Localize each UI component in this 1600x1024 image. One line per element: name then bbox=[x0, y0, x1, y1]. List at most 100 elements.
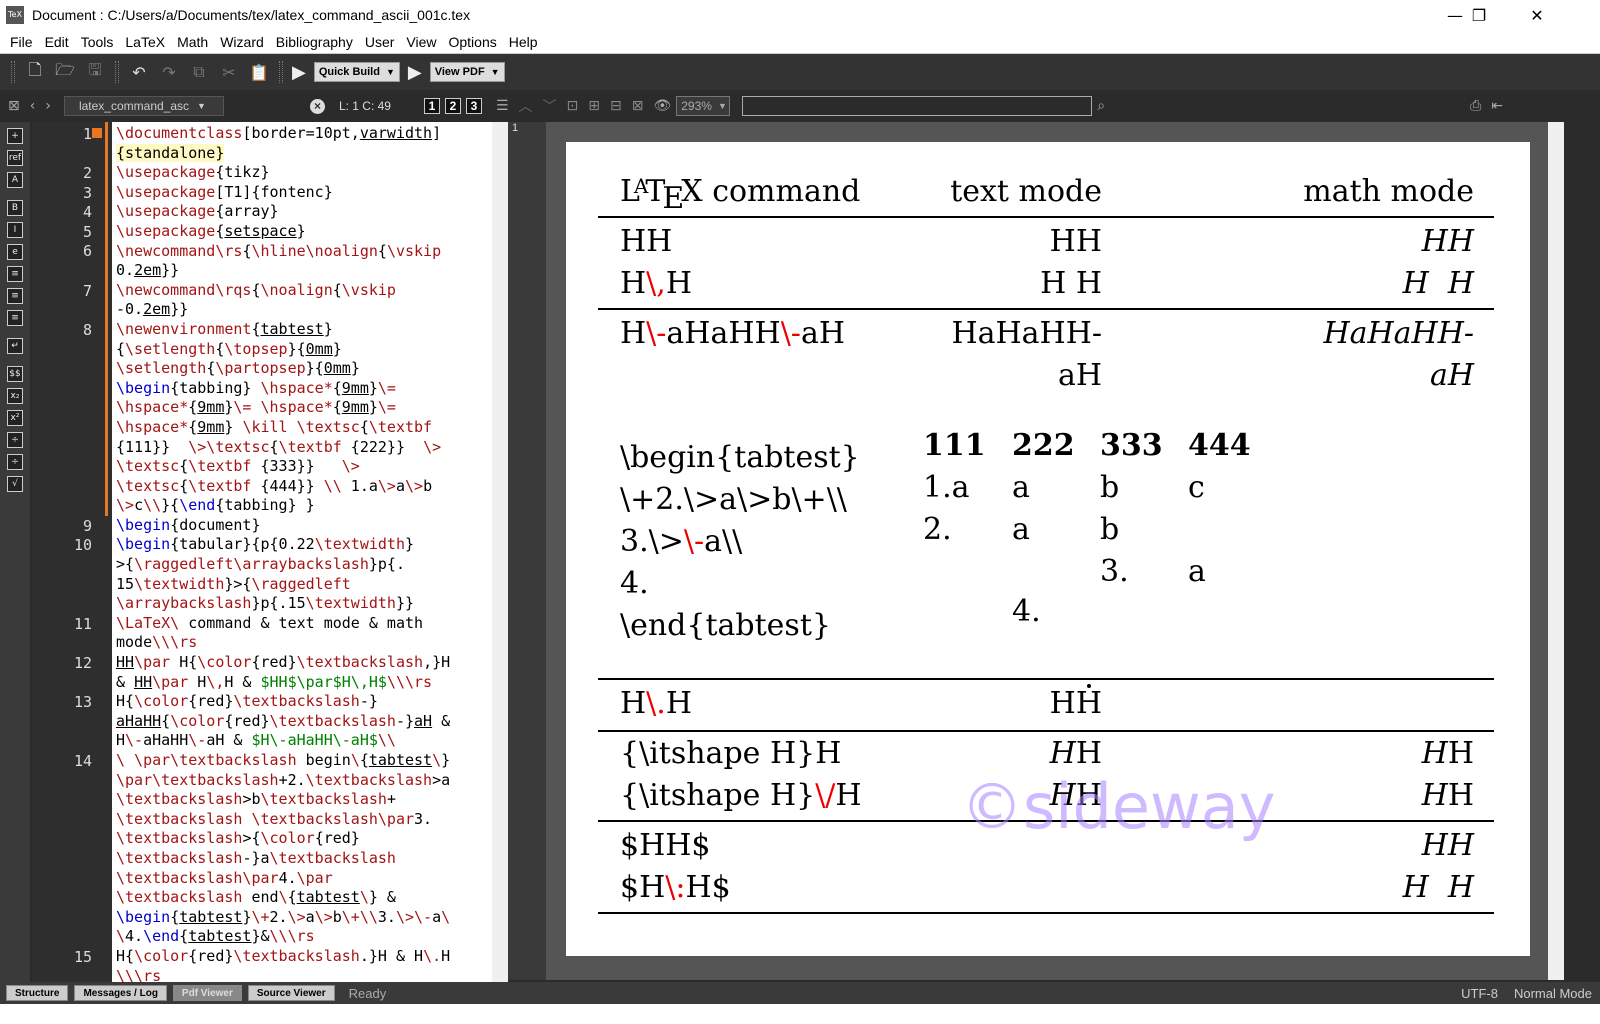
menu-file[interactable]: File bbox=[4, 34, 39, 50]
document-tab[interactable]: latex_command_asc ▼ bbox=[63, 96, 224, 116]
view-3-button[interactable]: 3 bbox=[465, 98, 482, 114]
fit-width-icon[interactable]: ⊞ bbox=[588, 98, 600, 114]
align-right-icon[interactable]: ≡ bbox=[7, 310, 23, 326]
forward-arrow-icon[interactable]: › bbox=[45, 98, 51, 114]
ref-icon[interactable]: ref bbox=[7, 150, 23, 166]
view-select-label: View PDF bbox=[434, 66, 485, 78]
title-bar: TeX Document : C:/Users/a/Documents/tex/… bbox=[0, 0, 1600, 30]
maximize-button[interactable]: ❐ bbox=[1450, 0, 1508, 30]
bold-icon[interactable]: B bbox=[7, 200, 23, 216]
zoom-select[interactable]: 293% ▼ bbox=[676, 96, 731, 116]
row3-command: H\-aHaHH\-aH bbox=[620, 316, 845, 351]
tab-messages-log[interactable]: Messages / Log bbox=[74, 985, 167, 1001]
menu-options[interactable]: Options bbox=[442, 34, 502, 50]
menu-edit[interactable]: Edit bbox=[39, 34, 75, 50]
newline-icon[interactable]: ↵ bbox=[7, 338, 23, 354]
line-number: 9 bbox=[82, 517, 92, 535]
align-center-icon[interactable]: ≡ bbox=[7, 288, 23, 304]
pdf-page: LATEX command text mode math mode HH HH … bbox=[566, 142, 1530, 956]
back-arrow-icon[interactable]: ‹ bbox=[30, 98, 36, 114]
undo-icon[interactable]: ↶ bbox=[127, 60, 151, 84]
fit-zoom-icon[interactable]: ⊟ bbox=[610, 98, 622, 114]
encoding-indicator[interactable]: UTF-8 bbox=[1461, 986, 1498, 1001]
row2-text: H H bbox=[1040, 266, 1102, 301]
sync-icon[interactable]: ⊠ bbox=[8, 98, 20, 114]
build-select-label: Quick Build bbox=[318, 66, 380, 78]
tab-pdf-viewer[interactable]: Pdf Viewer bbox=[172, 985, 242, 1001]
view-select[interactable]: View PDF ▼ bbox=[429, 62, 505, 82]
new-file-icon[interactable]: 🗋 bbox=[23, 60, 47, 84]
view-2-button[interactable]: 2 bbox=[444, 98, 461, 114]
chevron-down-icon: ▼ bbox=[490, 67, 500, 77]
row6-math: HH bbox=[1421, 736, 1474, 771]
toolbar-separator bbox=[115, 61, 119, 83]
sqrt-icon[interactable]: √ bbox=[7, 476, 23, 492]
run-view-icon[interactable]: ▶ bbox=[408, 62, 422, 83]
line-number: 10 bbox=[73, 536, 92, 554]
menu-wizard[interactable]: Wizard bbox=[214, 34, 270, 50]
page-up-icon[interactable]: ︿ bbox=[519, 96, 533, 116]
menu-user[interactable]: User bbox=[359, 34, 401, 50]
dfrac-icon[interactable]: ÷ bbox=[7, 454, 23, 470]
line-number: 8 bbox=[82, 321, 92, 339]
tab-structure[interactable]: Structure bbox=[6, 985, 69, 1001]
align-left-icon[interactable]: ≡ bbox=[7, 266, 23, 282]
fit-text-icon[interactable]: ⊠ bbox=[632, 98, 644, 114]
line-number: 6 bbox=[82, 242, 92, 260]
superscript-icon[interactable]: x² bbox=[7, 410, 23, 426]
row3-text-line2: aH bbox=[1057, 358, 1102, 393]
build-select[interactable]: Quick Build ▼ bbox=[313, 62, 400, 82]
magnifier-eye-icon[interactable]: 👁 bbox=[653, 98, 671, 114]
pdf-page-strip: 1 bbox=[508, 122, 546, 980]
redo-icon[interactable]: ↷ bbox=[157, 60, 181, 84]
table-rule bbox=[598, 912, 1494, 914]
menu-latex[interactable]: LaTeX bbox=[119, 34, 171, 50]
fit-page-icon[interactable]: ⊡ bbox=[567, 98, 579, 114]
print-icon[interactable]: ⎙ bbox=[1470, 98, 1481, 114]
pdf-search-input[interactable] bbox=[742, 96, 1093, 116]
save-icon[interactable]: 🖫 bbox=[83, 60, 107, 84]
view-1-button[interactable]: 1 bbox=[423, 98, 440, 114]
status-right: UTF-8 Normal Mode bbox=[1461, 982, 1592, 1004]
menu-help[interactable]: Help bbox=[503, 34, 544, 50]
pin-icon[interactable]: ⇤ bbox=[1491, 98, 1503, 114]
mode-indicator[interactable]: Normal Mode bbox=[1514, 986, 1592, 1001]
search-icon[interactable]: ⌕ bbox=[1097, 98, 1105, 114]
row8-command: $HH$ bbox=[620, 828, 711, 863]
cut-icon[interactable]: ✂ bbox=[217, 60, 241, 84]
structure-icon[interactable]: ☰ bbox=[496, 98, 509, 114]
open-folder-icon[interactable]: 🗁 bbox=[53, 60, 77, 84]
math-dollar-icon[interactable]: $$ bbox=[7, 366, 23, 382]
page-down-icon[interactable]: ﹀ bbox=[543, 96, 557, 116]
tab-cell: a bbox=[1188, 554, 1206, 589]
editor-scrollbar[interactable] bbox=[492, 122, 508, 982]
fraction-icon[interactable]: ÷ bbox=[7, 432, 23, 448]
font-size-icon[interactable]: A bbox=[7, 172, 23, 188]
row9-math: H H bbox=[1402, 870, 1474, 905]
add-icon[interactable]: + bbox=[7, 128, 23, 144]
tab-source-viewer[interactable]: Source Viewer bbox=[247, 985, 335, 1001]
emph-icon[interactable]: e bbox=[7, 244, 23, 260]
run-build-icon[interactable]: ▶ bbox=[292, 62, 306, 83]
italic-icon[interactable]: I bbox=[7, 222, 23, 238]
menu-tools[interactable]: Tools bbox=[75, 34, 120, 50]
subscript-icon[interactable]: x₂ bbox=[7, 388, 23, 404]
close-document-icon[interactable]: × bbox=[309, 98, 325, 114]
document-subbar: ⊠ ‹ › latex_command_asc ▼ × L: 1 C: 49 1 … bbox=[0, 92, 1600, 120]
copy-icon[interactable]: ⧉ bbox=[187, 60, 211, 84]
menu-math[interactable]: Math bbox=[171, 34, 214, 50]
document-tab-label: latex_command_asc bbox=[78, 99, 190, 113]
status-text: Ready bbox=[348, 985, 387, 1001]
fold-marker-icon[interactable] bbox=[92, 128, 102, 138]
code-editor[interactable]: \documentclass[border=10pt,varwidth] {st… bbox=[112, 122, 492, 982]
pdf-scrollbar[interactable] bbox=[1548, 122, 1564, 980]
line-number: 3 bbox=[82, 184, 92, 202]
row1-math: HH bbox=[1421, 224, 1474, 259]
menu-view[interactable]: View bbox=[400, 34, 442, 50]
tab-cell: c bbox=[1188, 470, 1205, 505]
main-toolbar: 🗋 🗁 🖫 ↶ ↷ ⧉ ✂ 📋 ▶ Quick Build ▼ ▶ View PD… bbox=[0, 54, 1600, 90]
paste-icon[interactable]: 📋 bbox=[247, 60, 271, 84]
row6-command: {\itshape H}H bbox=[620, 736, 842, 771]
close-button[interactable]: ✕ bbox=[1508, 0, 1566, 30]
menu-bibliography[interactable]: Bibliography bbox=[270, 34, 359, 50]
